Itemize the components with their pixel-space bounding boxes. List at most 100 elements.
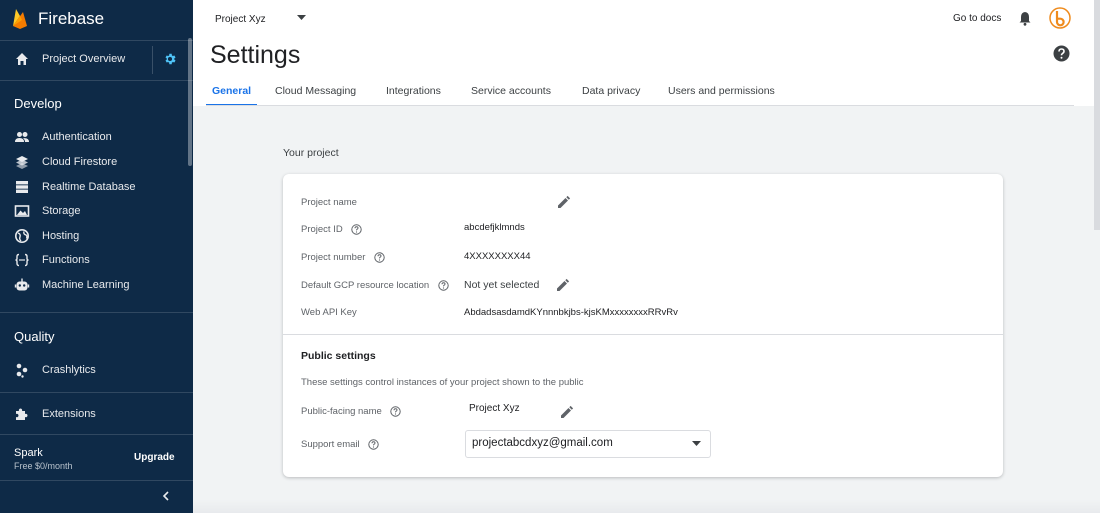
project-name-label: Project name xyxy=(301,197,357,208)
upgrade-button[interactable]: Upgrade xyxy=(134,452,175,463)
sidebar-item-label: Storage xyxy=(42,205,81,217)
project-overview-link[interactable]: Project Overview xyxy=(42,53,125,65)
sidebar-item-functions[interactable]: Functions xyxy=(0,248,190,272)
web-api-key-value: AbdadsasdamdKYnnnbkjbs-kjsKMxxxxxxxxRRvR… xyxy=(464,307,678,318)
sidebar-item-label: Functions xyxy=(42,254,90,266)
caret-down-icon[interactable] xyxy=(297,15,306,21)
bell-icon[interactable] xyxy=(1018,11,1032,26)
go-to-docs-link[interactable]: Go to docs xyxy=(953,13,1001,24)
sidebar-item-machine-learning[interactable]: Machine Learning xyxy=(0,273,190,297)
plan-price: Free $0/month xyxy=(14,461,73,471)
home-icon xyxy=(16,53,28,65)
project-number-value: 4XXXXXXXX44 xyxy=(464,251,531,262)
help-outline-icon[interactable] xyxy=(390,406,402,417)
project-number-label: Project number xyxy=(301,252,385,263)
project-settings-card: Project name Project ID abcdefjklmnds Pr… xyxy=(283,174,1003,477)
sidebar-item-crashlytics[interactable]: Crashlytics xyxy=(0,358,190,382)
page-title: Settings xyxy=(210,41,301,69)
plan-name: Spark xyxy=(14,447,43,459)
people-icon xyxy=(15,132,29,142)
functions-icon xyxy=(15,253,29,267)
sidebar-divider xyxy=(0,40,193,41)
gcp-location-label-text: Default GCP resource location xyxy=(301,280,430,292)
sidebar-item-storage[interactable]: Storage xyxy=(0,199,190,223)
project-number-label-text: Project number xyxy=(301,252,366,264)
card-divider xyxy=(283,334,1003,335)
sidebar-item-authentication[interactable]: Authentication xyxy=(0,125,190,149)
tab-data-privacy[interactable]: Data privacy xyxy=(576,80,646,106)
public-settings-title: Public settings xyxy=(301,350,376,362)
tab-service-accounts[interactable]: Service accounts xyxy=(465,80,557,106)
puzzle-icon xyxy=(16,408,28,420)
your-project-title: Your project xyxy=(283,147,339,159)
sidebar-footer: Extensions Spark Free $0/month Upgrade xyxy=(0,392,193,513)
globe-icon xyxy=(15,229,29,243)
help-outline-icon[interactable] xyxy=(438,280,449,291)
crashlytics-icon xyxy=(16,363,28,378)
database-icon xyxy=(16,181,28,193)
project-selector[interactable]: Project Xyz xyxy=(215,14,266,25)
support-email-label: Support email xyxy=(301,439,379,450)
sidebar-item-label: Hosting xyxy=(42,230,80,242)
sidebar-item-label: Extensions xyxy=(42,408,96,420)
edit-icon[interactable] xyxy=(560,405,574,419)
sidebar-item-hosting[interactable]: Hosting xyxy=(0,224,190,248)
tab-integrations[interactable]: Integrations xyxy=(380,80,447,106)
top-bar: Project Xyz Go to docs xyxy=(193,0,1100,38)
overview-separator xyxy=(152,46,153,74)
help-outline-icon[interactable] xyxy=(374,252,385,263)
tab-users-and-permissions[interactable]: Users and permissions xyxy=(662,80,781,106)
sidebar-item-label: Cloud Firestore xyxy=(42,156,118,168)
tab-cloud-messaging[interactable]: Cloud Messaging xyxy=(269,80,362,106)
public-name-label: Public-facing name xyxy=(301,406,402,418)
sidebar-scrollbar[interactable] xyxy=(188,38,192,166)
tabs-underline xyxy=(206,105,1074,106)
support-email-value: projectabcdxyz@gmail.com xyxy=(472,437,613,449)
sidebar-item-cloud-firestore[interactable]: Cloud Firestore xyxy=(0,150,190,174)
tab-general[interactable]: General xyxy=(206,80,258,106)
public-name-value: Project Xyz xyxy=(469,403,520,414)
sidebar-item-extensions[interactable]: Extensions xyxy=(0,402,190,426)
help-icon[interactable] xyxy=(1053,45,1070,62)
sidebar-item-label: Machine Learning xyxy=(42,279,130,291)
image-icon xyxy=(14,205,30,217)
sidebar-item-label: Realtime Database xyxy=(42,181,136,193)
account-avatar[interactable] xyxy=(1049,7,1071,29)
support-email-label-text: Support email xyxy=(301,439,360,451)
sidebar: Firebase Project Overview Develop Authen… xyxy=(0,0,193,513)
sidebar-divider xyxy=(0,392,193,393)
edit-icon[interactable] xyxy=(557,195,571,209)
firebase-brand[interactable]: Firebase xyxy=(12,6,104,32)
section-develop: Develop xyxy=(14,96,62,111)
sidebar-item-realtime-database[interactable]: Realtime Database xyxy=(0,175,190,199)
chevron-left-icon[interactable] xyxy=(160,490,172,502)
gear-icon[interactable] xyxy=(163,52,177,66)
sidebar-divider xyxy=(0,312,193,313)
project-id-value: abcdefjklmnds xyxy=(464,222,525,233)
sidebar-item-label: Authentication xyxy=(42,131,112,143)
firestore-icon xyxy=(16,156,28,169)
help-outline-icon[interactable] xyxy=(368,439,379,450)
web-api-key-label: Web API Key xyxy=(301,307,357,318)
public-name-label-text: Public-facing name xyxy=(301,406,382,418)
page-header: Settings General Cloud Messaging Integra… xyxy=(193,38,1100,106)
firebase-flame-icon xyxy=(13,9,27,29)
section-quality: Quality xyxy=(14,329,55,344)
help-outline-icon[interactable] xyxy=(351,224,363,235)
sidebar-divider xyxy=(0,80,193,81)
project-id-label-text: Project ID xyxy=(301,224,343,236)
page-footer-shadow xyxy=(193,500,1100,513)
brand-name: Firebase xyxy=(38,9,105,28)
project-overview-row: Project Overview xyxy=(0,44,193,76)
support-email-select[interactable]: projectabcdxyz@gmail.com xyxy=(465,430,711,458)
robot-icon xyxy=(14,278,30,291)
project-id-label: Project ID xyxy=(301,224,363,236)
caret-down-icon xyxy=(692,441,701,446)
public-settings-description: These settings control instances of your… xyxy=(301,377,584,388)
edit-icon[interactable] xyxy=(556,278,570,292)
gcp-location-label: Default GCP resource location xyxy=(301,280,449,291)
page-scrollbar[interactable] xyxy=(1094,0,1100,230)
sidebar-divider xyxy=(0,434,193,435)
sidebar-divider xyxy=(0,480,193,481)
sidebar-item-label: Crashlytics xyxy=(42,364,96,376)
